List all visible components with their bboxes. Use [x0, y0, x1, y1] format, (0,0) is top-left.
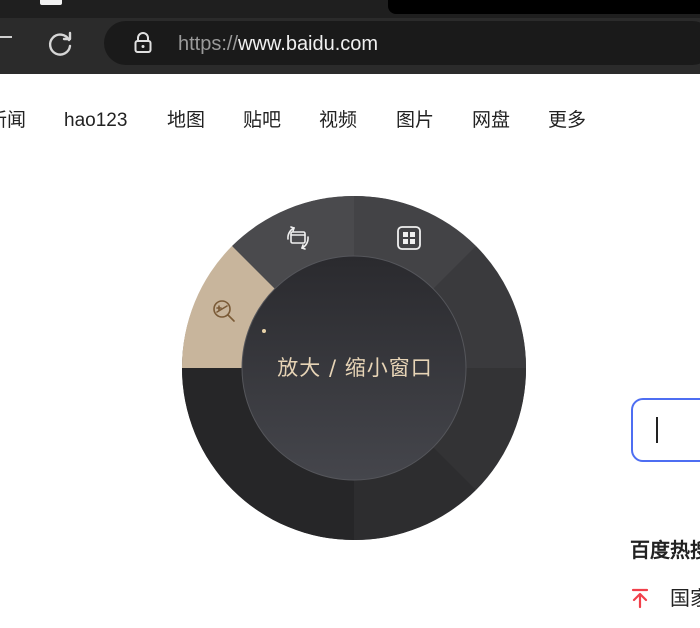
address-url[interactable]: https://www.baidu.com	[178, 32, 378, 56]
reload-icon[interactable]	[44, 28, 76, 60]
tab-strip	[0, 0, 700, 18]
nav-hao123[interactable]: hao123	[64, 108, 127, 134]
nav-tieba[interactable]: 贴吧	[243, 108, 281, 134]
url-scheme: https://	[178, 33, 239, 55]
nav-map[interactable]: 地图	[167, 108, 205, 134]
nav-images[interactable]: 图片	[396, 108, 434, 134]
inactive-tab[interactable]	[388, 0, 700, 14]
url-host: www.baidu.com	[238, 33, 379, 55]
nav-more[interactable]: 更多	[548, 108, 586, 134]
lock-icon[interactable]	[130, 30, 156, 56]
hot-search-title[interactable]: 百度热搜	[630, 538, 700, 564]
text-caret	[656, 417, 658, 443]
top-pin-icon	[631, 588, 649, 609]
radial-center-label: 放大 / 缩小窗口	[277, 356, 433, 380]
back-arrow-icon[interactable]	[0, 36, 12, 38]
nav-video[interactable]: 视频	[319, 108, 357, 134]
nav-netdisk[interactable]: 网盘	[472, 108, 510, 134]
hot-list-item[interactable]: 国家	[670, 586, 700, 612]
active-tab[interactable]	[40, 0, 62, 5]
search-input[interactable]	[631, 398, 700, 462]
nav-news[interactable]: 新闻	[0, 108, 26, 134]
indicator-dot	[262, 329, 266, 333]
